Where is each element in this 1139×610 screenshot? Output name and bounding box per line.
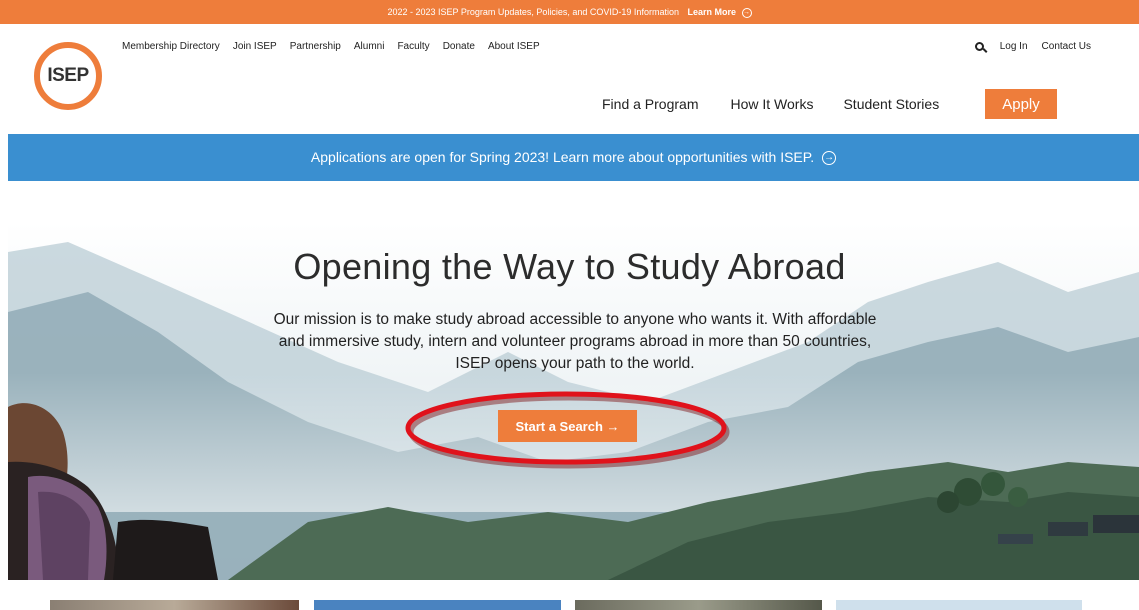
learn-more-link[interactable]: Learn More <box>687 7 736 17</box>
nav-partnership[interactable]: Partnership <box>290 41 341 52</box>
hero-desc-line-3: ISEP opens your path to the world. <box>455 355 695 372</box>
announcement-bar: 2022 - 2023 ISEP Program Updates, Polici… <box>0 0 1139 24</box>
utility-nav: Membership Directory Join ISEP Partnersh… <box>122 41 540 52</box>
nav-about-isep[interactable]: About ISEP <box>488 41 540 52</box>
logo-text: ISEP <box>47 65 89 86</box>
nav-join-isep[interactable]: Join ISEP <box>233 41 277 52</box>
nav-membership-directory[interactable]: Membership Directory <box>122 41 220 52</box>
hero-description: Our mission is to make study abroad acce… <box>230 309 920 375</box>
nav-how-it-works[interactable]: How It Works <box>730 96 813 112</box>
annotation-ellipse <box>405 391 730 469</box>
login-link[interactable]: Log In <box>1000 41 1028 52</box>
hero-desc-line-2: and immersive study, intern and voluntee… <box>278 333 872 350</box>
contact-us-link[interactable]: Contact Us <box>1042 41 1091 52</box>
banner-text: Applications are open for Spring 2023! L… <box>310 149 815 165</box>
program-thumbnail-1[interactable] <box>50 600 299 610</box>
hero-desc-line-1: Our mission is to make study abroad acce… <box>273 311 877 328</box>
nav-alumni[interactable]: Alumni <box>354 41 385 52</box>
circle-arrow-icon: → <box>822 151 837 166</box>
hero-title: Opening the Way to Study Abroad <box>293 246 846 287</box>
program-thumbnail-3[interactable] <box>575 600 822 610</box>
announcement-text: 2022 - 2023 ISEP Program Updates, Polici… <box>387 7 679 17</box>
program-thumbnail-4[interactable] <box>836 600 1082 610</box>
right-utility-nav: Log In Contact Us <box>974 41 1091 52</box>
apply-button[interactable]: Apply <box>985 89 1057 119</box>
nav-faculty[interactable]: Faculty <box>397 41 429 52</box>
applications-banner[interactable]: Applications are open for Spring 2023! L… <box>8 134 1139 181</box>
program-thumbnail-2[interactable] <box>314 600 561 610</box>
nav-donate[interactable]: Donate <box>443 41 475 52</box>
isep-logo[interactable]: ISEP <box>34 42 102 110</box>
nav-student-stories[interactable]: Student Stories <box>843 96 939 112</box>
main-nav: Find a Program How It Works Student Stor… <box>602 96 971 112</box>
nav-find-a-program[interactable]: Find a Program <box>602 96 698 112</box>
search-icon[interactable] <box>974 42 984 51</box>
circle-arrow-icon[interactable]: → <box>741 7 752 18</box>
